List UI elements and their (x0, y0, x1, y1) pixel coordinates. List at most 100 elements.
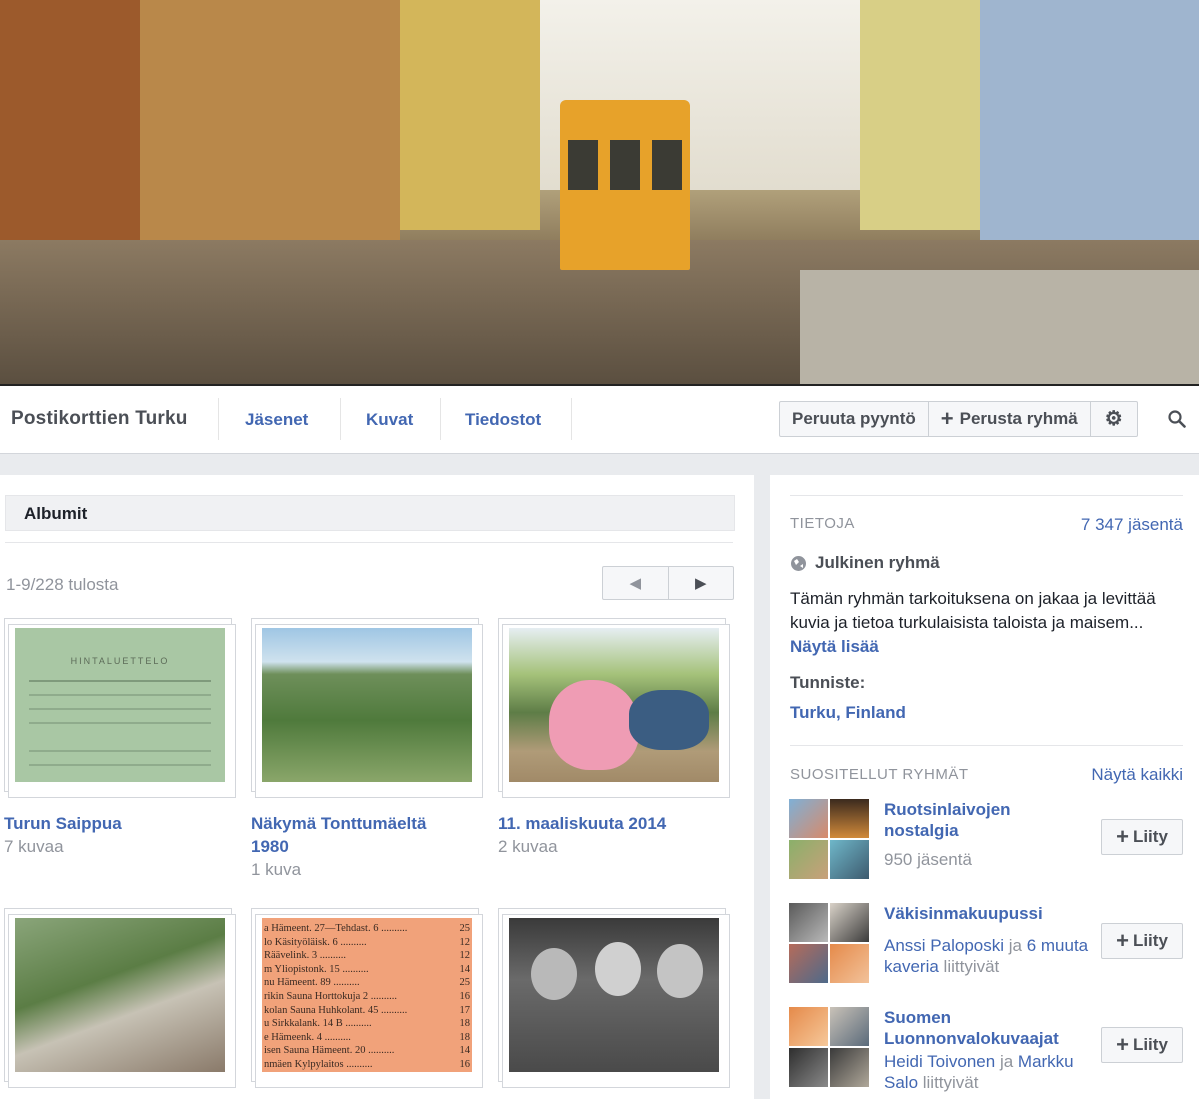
see-all-link[interactable]: Näytä kaikki (1091, 765, 1183, 785)
cancel-request-label: Peruuta pyyntö (792, 409, 916, 428)
album-card[interactable] (498, 908, 732, 1090)
album-photo-count: 1 kuva (251, 860, 302, 879)
plus-icon: + (940, 406, 954, 431)
document-line: nu Hämeent. 89 .......... 25 (264, 976, 470, 990)
join-label: Liity (1132, 1035, 1168, 1054)
suggested-group: Suomen Luonnonvalokuvaajat Heidi Toivone… (789, 1007, 1184, 1092)
album-cover-image[interactable] (509, 918, 719, 1072)
document-line-number: 14 (459, 963, 471, 975)
prev-page-button[interactable]: ◀ (603, 567, 668, 599)
group-thumbnails[interactable] (789, 903, 869, 983)
join-group-button[interactable]: + Liity (1101, 1027, 1183, 1063)
document-line-text: kolan Sauna Huhkolant. 45 .......... (264, 1004, 408, 1016)
join-group-button[interactable]: + Liity (1101, 923, 1183, 959)
nav-separator (440, 398, 441, 440)
joined-text: liittyivät (918, 1073, 979, 1092)
group-name-link[interactable]: Väkisinmakuupussi (884, 903, 1084, 924)
document-line-text: nmäen Kylpylaitos .......... (264, 1058, 373, 1070)
album-title[interactable]: 11. maaliskuuta 2014 (498, 812, 732, 835)
album-cover-image[interactable]: a Hämeent. 27—Tehdast. 6 .......... 25 lo … (262, 918, 472, 1072)
album-card[interactable] (4, 908, 238, 1090)
group-description: Tämän ryhmän tarkoituksena on jakaa ja l… (790, 587, 1185, 659)
document-line-number: 16 (459, 990, 471, 1002)
group-name-link[interactable]: Suomen Luonnonvalokuvaajat (884, 1007, 1084, 1049)
joined-text: ja (995, 1052, 1018, 1071)
document-line: m Yliopistonk. 15 .......... 14 (264, 963, 470, 977)
nav-tab-members[interactable]: Jäsenet (245, 410, 308, 430)
nav-tab-photos[interactable]: Kuvat (366, 410, 413, 430)
group-joined-info: Anssi Paloposki ja 6 muuta kaveria liitt… (884, 935, 1094, 977)
results-count: 1-9/228 tulosta (6, 575, 119, 594)
description-text: Tämän ryhmän tarkoituksena on jakaa ja l… (790, 589, 1156, 632)
document-line-text: isen Sauna Hämeent. 20 .......... (264, 1045, 395, 1057)
cover-pavement (800, 270, 1199, 384)
cover-building (980, 0, 1199, 250)
see-more-link[interactable]: Näytä lisää (790, 637, 879, 656)
divider (790, 495, 1183, 496)
document-title-text: HINTALUETTELO (70, 656, 170, 666)
plus-icon: + (1116, 824, 1129, 849)
albums-header-label: Albumit (24, 504, 88, 523)
document-line-number: 25 (459, 923, 471, 934)
joined-text: liittyivät (938, 957, 1000, 976)
search-icon[interactable] (1168, 410, 1186, 428)
triangle-right-icon: ▶ (694, 575, 707, 592)
document-line-text: e Hämeenk. 4 .......... (264, 1031, 351, 1043)
friend-link[interactable]: Heidi Toivonen (884, 1052, 995, 1071)
document-line-text: Räävelink. 3 .......... (264, 950, 346, 962)
document-line-text: a Hämeent. 27—Tehdast. 6 .......... (264, 923, 408, 934)
friend-link[interactable]: Anssi Paloposki (884, 936, 1004, 955)
cover-photo[interactable] (0, 0, 1199, 384)
group-thumbnails[interactable] (789, 799, 869, 879)
join-label: Liity (1132, 931, 1168, 950)
album-card[interactable]: 11. maaliskuuta 2014 2 kuvaa (498, 618, 732, 858)
document-line: e Hämeenk. 4 .......... 18 (264, 1031, 470, 1045)
document-line-number: 16 (459, 1058, 471, 1070)
album-photo-count: 2 kuvaa (498, 837, 558, 856)
cover-building (400, 0, 540, 230)
member-count-link[interactable]: 7 347 jäsentä (1081, 515, 1183, 535)
location-tag-link[interactable]: Turku, Finland (790, 703, 906, 723)
album-cover-image[interactable]: HINTALUETTELO (15, 628, 225, 782)
album-card[interactable]: a Hämeent. 27—Tehdast. 6 .......... 25 lo … (251, 908, 485, 1090)
album-photo-count: 7 kuvaa (4, 837, 64, 856)
document-line-text: rikin Sauna Horttokuja 2 .......... (264, 990, 397, 1002)
album-title[interactable]: Turun Saippua (4, 812, 238, 835)
document-line-number: 14 (459, 1045, 471, 1057)
album-pager: ◀ ▶ (602, 566, 734, 600)
cancel-request-button[interactable]: Peruuta pyyntö (780, 402, 929, 436)
album-cover-image[interactable] (509, 628, 719, 782)
document-line-number: 17 (459, 1004, 471, 1016)
document-line: lo Käsityöläisk. 6 .......... 12 (264, 936, 470, 950)
album-card[interactable]: HINTALUETTELO Turun Saippua 7 kuvaa (4, 618, 238, 858)
document-line: nmäen Kylpylaitos .......... 16 (264, 1058, 470, 1072)
document-line: rikin Sauna Horttokuja 2 .......... 16 (264, 990, 470, 1004)
privacy-info: Julkinen ryhmä (790, 553, 940, 573)
suggested-group: Ruotsinlaivojen nostalgia 950 jäsentä + L… (789, 799, 1184, 881)
group-name-link[interactable]: Postikorttien Turku (11, 408, 188, 430)
document-line: isen Sauna Hämeent. 20 .......... 14 (264, 1044, 470, 1058)
cover-building (860, 0, 990, 230)
create-group-button[interactable]: + Perusta ryhmä (929, 402, 1091, 436)
join-group-button[interactable]: + Liity (1101, 819, 1183, 855)
album-card[interactable]: Näkymä Tonttumäeltä 1980 1 kuva (251, 618, 485, 881)
joined-text: ja (1004, 936, 1027, 955)
nav-tab-files[interactable]: Tiedostot (465, 410, 541, 430)
document-line-text: m Yliopistonk. 15 .......... (264, 963, 369, 975)
album-title[interactable]: Näkymä Tonttumäeltä 1980 (251, 812, 461, 858)
albums-panel: Albumit 1-9/228 tulosta ◀ ▶ HINTALUETTEL… (0, 475, 754, 1099)
document-line: a Hämeent. 27—Tehdast. 6 .......... 25 (264, 922, 470, 936)
album-cover-image[interactable] (15, 918, 225, 1072)
nav-separator (340, 398, 341, 440)
divider (5, 542, 733, 543)
album-cover-image[interactable] (262, 628, 472, 782)
group-joined-info: Heidi Toivonen ja Markku Salo liittyivät (884, 1051, 1094, 1093)
group-thumbnails[interactable] (789, 1007, 869, 1087)
suggested-group: Väkisinmakuupussi Anssi Paloposki ja 6 m… (789, 903, 1184, 985)
group-name-link[interactable]: Ruotsinlaivojen nostalgia (884, 799, 1084, 841)
settings-button[interactable]: ⚙ (1091, 402, 1137, 436)
divider (790, 745, 1183, 746)
privacy-label: Julkinen ryhmä (815, 553, 940, 572)
group-nav-bar: Postikorttien Turku Jäsenet Kuvat Tiedos… (0, 386, 1199, 454)
next-page-button[interactable]: ▶ (667, 567, 734, 599)
